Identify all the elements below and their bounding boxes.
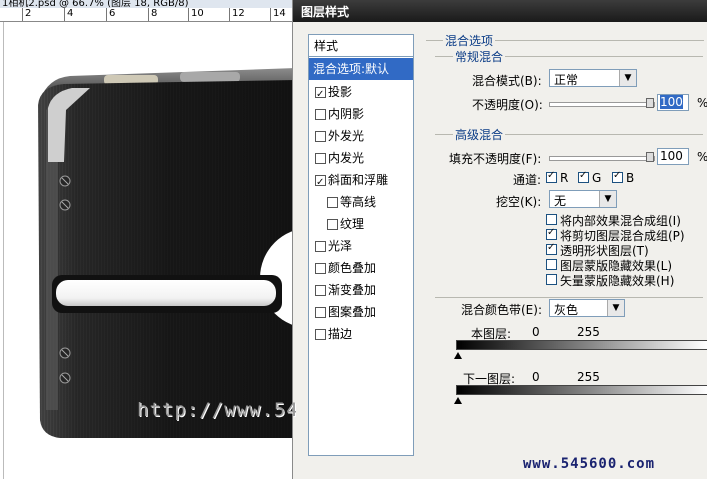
opacity-unit: % — [697, 96, 707, 110]
blend-if-label: 混合颜色带(E): — [461, 303, 542, 317]
this-layer-min: 0 — [532, 325, 540, 339]
style-item[interactable]: 斜面和浮雕 — [309, 169, 413, 194]
underlying-layer-max: 255 — [577, 370, 600, 384]
blend-mode-select[interactable]: 正常 ▼ — [549, 69, 637, 87]
style-item-checkbox[interactable] — [315, 285, 326, 296]
style-item[interactable]: 光泽 — [309, 235, 413, 257]
advanced-option-label: 矢量蒙版隐藏效果(H) — [560, 274, 675, 288]
underlying-layer-black-slider[interactable] — [454, 397, 462, 404]
underlying-layer-gradient[interactable] — [456, 385, 707, 395]
style-item-checkbox[interactable] — [315, 131, 326, 142]
channel-b-checkbox[interactable] — [612, 170, 623, 183]
this-layer-max: 255 — [577, 325, 600, 339]
style-item[interactable]: 外发光 — [309, 125, 413, 147]
style-item-label: 等高线 — [340, 195, 377, 209]
dialog-body: 样式 混合选项:默认 投影内阴影外发光内发光斜面和浮雕等高线纹理光泽颜色叠加渐变… — [293, 22, 707, 479]
chevron-down-icon: ▼ — [607, 300, 624, 316]
style-item[interactable]: 颜色叠加 — [309, 257, 413, 279]
style-item-label: 内阴影 — [328, 107, 365, 121]
style-blending-options-label: 混合选项:默认 — [313, 62, 390, 76]
blend-if-select[interactable]: 灰色 ▼ — [549, 299, 625, 317]
knockout-label: 挖空(K): — [496, 195, 542, 209]
style-blending-options[interactable]: 混合选项:默认 — [309, 58, 413, 80]
opacity-value: 100 — [660, 95, 683, 109]
style-item-label: 内发光 — [328, 151, 365, 165]
style-item-label: 描边 — [328, 327, 353, 341]
style-item-checkbox[interactable] — [315, 153, 326, 164]
chevron-down-icon: ▼ — [619, 70, 636, 86]
style-item-checkbox[interactable] — [315, 109, 326, 120]
underlying-layer-min: 0 — [532, 370, 540, 384]
styles-header[interactable]: 样式 — [309, 35, 413, 57]
style-item-checkbox[interactable] — [315, 329, 326, 340]
channel-r-checkbox[interactable] — [546, 170, 557, 183]
style-item-label: 斜面和浮雕 — [328, 173, 389, 187]
blend-if-value: 灰色 — [554, 303, 579, 317]
style-item-label: 纹理 — [340, 217, 365, 231]
this-layer-gradient[interactable] — [456, 340, 707, 350]
document-canvas[interactable]: 1相机2.psd @ 66.7% (图层 18, RGB/8) 2 4 6 8 … — [0, 0, 296, 479]
style-item-label: 光泽 — [328, 239, 353, 253]
style-item[interactable]: 等高线 — [309, 191, 413, 213]
style-item[interactable]: 图案叠加 — [309, 301, 413, 323]
style-item-label: 颜色叠加 — [328, 261, 377, 275]
advanced-option-checkbox[interactable] — [546, 259, 557, 270]
site-logo-text: www.545600.com — [523, 456, 656, 472]
layer-style-dialog: 图层样式 样式 混合选项:默认 投影内阴影外发光内发光斜面和浮雕等高线纹理光泽颜… — [292, 0, 707, 479]
style-item-label: 投影 — [328, 85, 353, 99]
style-item-checkbox[interactable] — [315, 263, 326, 274]
style-item-checkbox[interactable] — [327, 219, 338, 230]
channel-b-label: B — [626, 171, 635, 185]
blending-options-panel: 混合选项 常规混合 混合模式(B): 正常 ▼ 不透明度(O): 100 % 高… — [421, 22, 707, 479]
opacity-slider-thumb[interactable] — [646, 98, 654, 108]
opacity-input[interactable]: 100 — [657, 94, 689, 111]
style-item-checkbox[interactable] — [315, 172, 326, 194]
opacity-label: 不透明度(O): — [472, 98, 543, 112]
advanced-option-checkbox[interactable] — [546, 214, 557, 225]
style-item-checkbox[interactable] — [315, 241, 326, 252]
style-item[interactable]: 纹理 — [309, 213, 413, 235]
knockout-select[interactable]: 无 ▼ — [549, 190, 617, 208]
style-item-label: 外发光 — [328, 129, 365, 143]
dialog-title: 图层样式 — [301, 5, 350, 19]
style-item-label: 渐变叠加 — [328, 283, 377, 297]
fill-opacity-input[interactable]: 100 — [657, 148, 689, 165]
fill-opacity-unit: % — [697, 150, 707, 164]
style-item[interactable]: 描边 — [309, 323, 413, 345]
knockout-value: 无 — [554, 194, 567, 208]
style-item-checkbox[interactable] — [315, 84, 326, 106]
advanced-blending-title: 高级混合 — [453, 126, 506, 143]
chevron-down-icon: ▼ — [599, 191, 616, 207]
channels-label: 通道: — [513, 173, 542, 187]
blend-mode-label: 混合模式(B): — [472, 74, 542, 88]
fill-opacity-slider-thumb[interactable] — [646, 152, 654, 162]
channel-g-checkbox[interactable] — [578, 170, 589, 183]
blend-mode-value: 正常 — [554, 73, 579, 87]
general-blending-title: 常规混合 — [453, 48, 506, 65]
style-item-label: 图案叠加 — [328, 305, 377, 319]
style-item-checkbox[interactable] — [327, 197, 338, 208]
styles-list: 样式 混合选项:默认 投影内阴影外发光内发光斜面和浮雕等高线纹理光泽颜色叠加渐变… — [308, 34, 414, 456]
advanced-option-checkbox[interactable] — [546, 242, 557, 255]
this-layer-black-slider[interactable] — [454, 352, 462, 359]
advanced-option-checkbox[interactable] — [546, 227, 557, 240]
advanced-option-checkbox[interactable] — [546, 274, 557, 285]
fill-opacity-label: 填充不透明度(F): — [449, 152, 542, 166]
style-item[interactable]: 内阴影 — [309, 103, 413, 125]
watermark-text: http://www.545600.com 霸王龙画卷 — [137, 399, 296, 421]
channel-g-label: G — [592, 171, 602, 185]
opacity-slider[interactable] — [549, 102, 655, 107]
dialog-titlebar[interactable]: 图层样式 — [293, 0, 707, 22]
fill-opacity-slider[interactable] — [549, 156, 655, 161]
style-item[interactable]: 投影 — [309, 81, 413, 106]
style-item[interactable]: 内发光 — [309, 147, 413, 169]
channel-r-label: R — [560, 171, 569, 185]
style-item-checkbox[interactable] — [315, 307, 326, 318]
blending-options-title: 混合选项 — [443, 32, 496, 49]
style-item[interactable]: 渐变叠加 — [309, 279, 413, 301]
styles-header-label: 样式 — [314, 39, 339, 53]
